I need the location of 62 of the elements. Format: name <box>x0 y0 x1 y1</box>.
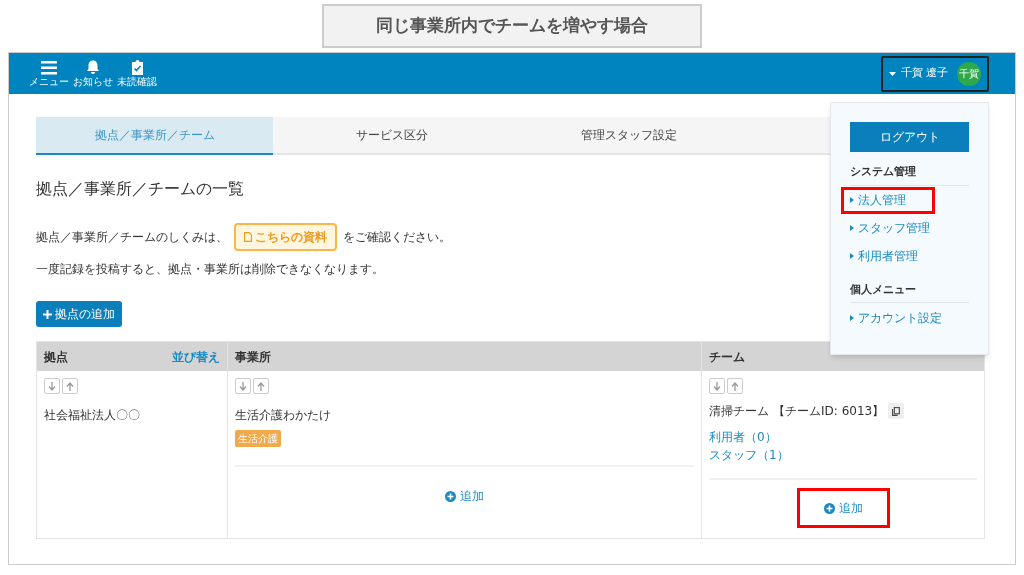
up-arrow-icon <box>731 381 739 391</box>
menu-section-heading: システム管理 <box>850 164 969 186</box>
office-name: 生活介護わかたけ <box>235 407 332 424</box>
clipboard-check-icon <box>130 60 144 75</box>
header-nav-button[interactable]: お知らせ <box>73 60 113 87</box>
menu-item[interactable]: 法人管理 <box>841 186 935 214</box>
bell-icon <box>86 60 100 75</box>
tab[interactable]: サービス区分 <box>273 117 510 155</box>
down-arrow-icon <box>48 381 56 391</box>
move-up-button[interactable] <box>62 378 78 394</box>
column-header: チーム <box>709 348 745 366</box>
sort-link[interactable]: 並び替え <box>172 347 220 366</box>
caret-right-icon <box>850 314 854 321</box>
copy-icon <box>892 406 901 416</box>
tab[interactable]: 管理スタッフ設定 <box>510 117 747 155</box>
plus-circle-icon <box>823 502 835 514</box>
caret-right-icon <box>850 253 854 259</box>
up-arrow-icon <box>257 381 265 391</box>
team-name: 清掃チーム <box>709 403 769 420</box>
plus-circle-icon <box>445 490 456 502</box>
tab[interactable]: 拠点／事業所／チーム <box>36 117 273 155</box>
down-arrow-icon <box>239 381 247 391</box>
menu-item[interactable]: 利用者管理 <box>841 242 978 270</box>
avatar: 千賀 <box>957 61 981 86</box>
member-link[interactable]: スタッフ（1） <box>709 446 789 464</box>
document-link-button[interactable]: こちらの資料 <box>234 223 337 251</box>
column-header: 拠点 <box>44 348 68 366</box>
caret-icon <box>888 71 896 76</box>
caption: 同じ事業所内でチームを増やす場合 <box>322 4 702 48</box>
move-up-button[interactable] <box>727 378 743 394</box>
move-down-button[interactable] <box>235 378 251 394</box>
up-arrow-icon <box>66 381 74 391</box>
page-title: 拠点／事業所／チームの一覧 <box>36 178 244 200</box>
add-button[interactable]: 追加 <box>796 488 890 528</box>
header-nav-button[interactable]: メニュー <box>29 61 69 87</box>
menu-item[interactable]: スタッフ管理 <box>841 214 978 242</box>
move-up-button[interactable] <box>253 378 269 394</box>
logout-button[interactable]: ログアウト <box>850 122 969 152</box>
user-name: 千賀 遼子 <box>900 65 948 82</box>
menu-icon <box>41 61 57 75</box>
plus-icon <box>43 309 52 319</box>
menu-item[interactable]: アカウント設定 <box>841 304 978 331</box>
move-down-button[interactable] <box>709 378 725 394</box>
service-tag: 生活介護 <box>235 430 281 447</box>
document-icon <box>244 232 252 242</box>
caret-right-icon <box>850 225 854 231</box>
column-header: 事業所 <box>235 348 271 366</box>
menu-section-heading: 個人メニュー <box>850 281 969 303</box>
move-down-button[interactable] <box>44 378 60 394</box>
user-menu-button[interactable]: 千賀 遼子 千賀 <box>880 55 989 92</box>
notice-text: をご確認ください。 <box>343 229 451 246</box>
caret-right-icon <box>850 197 854 203</box>
warning-text: 一度記録を投稿すると、拠点・事業所は削除できなくなります。 <box>36 261 384 278</box>
down-arrow-icon <box>713 381 721 391</box>
notice-text: 拠点／事業所／チームのしくみは、 <box>36 229 228 246</box>
add-button[interactable]: 追加 <box>418 476 511 516</box>
team-id: 【チームID: 6013】 <box>773 403 885 420</box>
add-base-button[interactable]: 拠点の追加 <box>36 301 122 327</box>
copy-button[interactable] <box>888 403 905 419</box>
member-link[interactable]: 利用者（0） <box>709 428 777 446</box>
header-nav-button[interactable]: 未読確認 <box>117 60 157 87</box>
base-name: 社会福祉法人〇〇 <box>44 407 141 424</box>
